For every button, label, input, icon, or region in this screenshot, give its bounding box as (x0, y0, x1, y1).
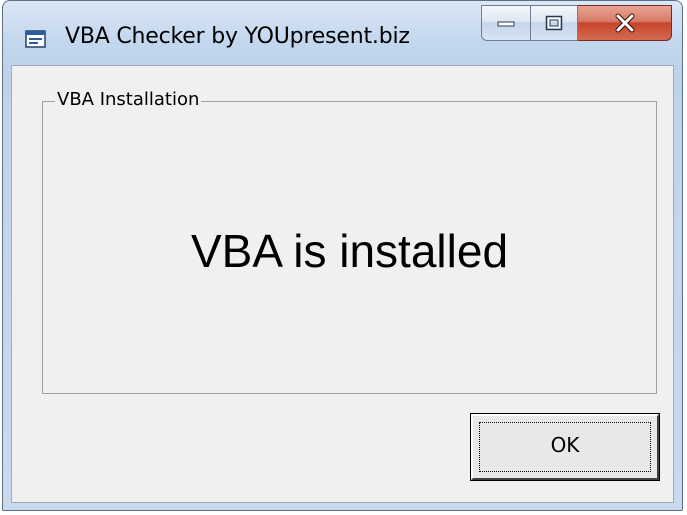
title-bar[interactable]: VBA Checker by YOUpresent.biz (3, 1, 682, 65)
ok-button[interactable]: OK (470, 413, 660, 481)
caption-buttons (481, 5, 672, 43)
minimize-icon (497, 21, 515, 27)
maximize-icon (545, 15, 563, 31)
dialog-window: VBA Checker by YOUpresent.biz VBA Instal… (2, 0, 683, 511)
close-icon (615, 13, 634, 33)
ok-button-label: OK (550, 433, 580, 457)
close-button[interactable] (578, 5, 672, 41)
minimize-button[interactable] (481, 5, 531, 41)
window-title: VBA Checker by YOUpresent.biz (65, 24, 410, 49)
dialog-client-area: VBA Installation VBA is installed OK (11, 65, 674, 503)
maximize-button[interactable] (531, 5, 578, 41)
status-message: VBA is installed (190, 225, 509, 277)
vba-installation-group: VBA Installation VBA is installed (42, 89, 657, 394)
group-legend: VBA Installation (55, 89, 202, 110)
window-app-icon (25, 30, 46, 48)
